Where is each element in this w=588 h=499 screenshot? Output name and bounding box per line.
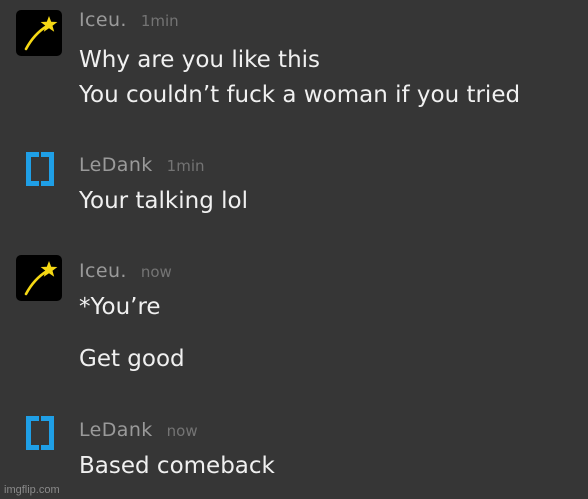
shooting-star-icon — [24, 16, 58, 51]
shooting-star-icon — [24, 261, 58, 296]
message-header: Iceu. 1min — [79, 9, 179, 31]
timestamp: 1min — [140, 12, 179, 30]
timestamp: now — [140, 263, 172, 281]
timestamp: now — [166, 422, 198, 440]
username[interactable]: Iceu. — [79, 9, 127, 31]
message-text: Get good — [79, 346, 185, 372]
avatar[interactable] — [16, 10, 62, 56]
message-header: LeDank now — [79, 419, 198, 441]
avatar[interactable] — [24, 148, 56, 190]
imgflip-watermark: imgflip.com — [4, 484, 60, 496]
message-text: Why are you like this — [79, 47, 321, 73]
timestamp: 1min — [166, 157, 205, 175]
bracket-logo-icon — [26, 152, 54, 186]
username[interactable]: LeDank — [79, 419, 153, 441]
bracket-logo-icon — [26, 416, 54, 450]
message-text: Based comeback — [79, 453, 275, 479]
avatar[interactable] — [16, 255, 62, 301]
message-text: *You’re — [79, 294, 161, 320]
message-text: Your talking lol — [79, 188, 248, 214]
message-header: LeDank 1min — [79, 154, 205, 176]
message-header: Iceu. now — [79, 260, 172, 282]
message-text: You couldn’t fuck a woman if you tried — [79, 82, 521, 108]
avatar[interactable] — [24, 412, 56, 454]
username[interactable]: Iceu. — [79, 260, 127, 282]
username[interactable]: LeDank — [79, 154, 153, 176]
